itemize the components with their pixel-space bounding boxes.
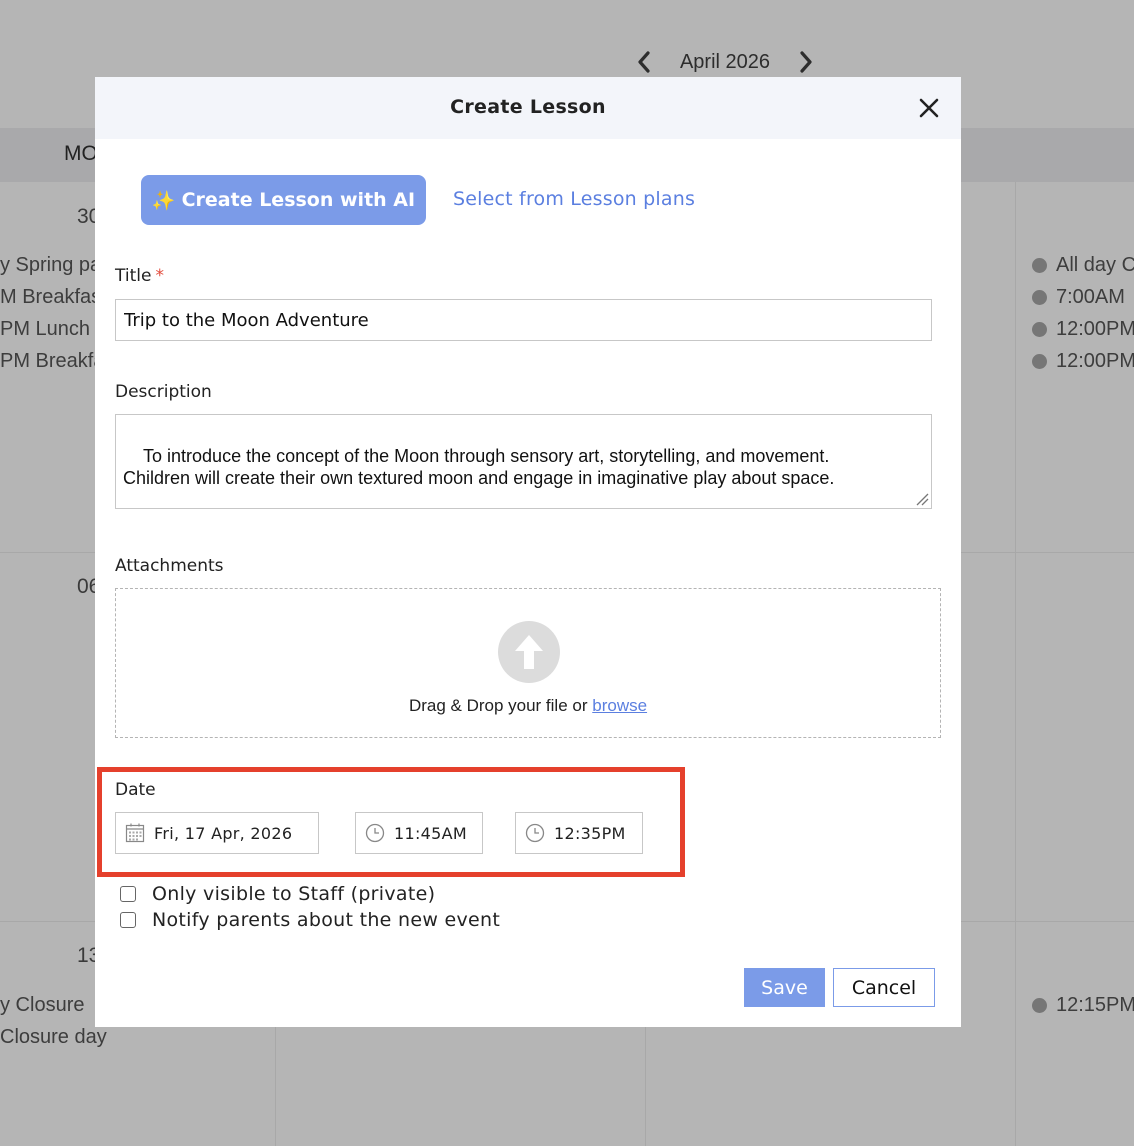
- event-dot-icon: [1032, 258, 1047, 273]
- calendar-event[interactable]: M Breakfas: [0, 286, 101, 309]
- calendar-event[interactable]: y Spring pa: [0, 254, 101, 277]
- cancel-button[interactable]: Cancel: [833, 968, 935, 1007]
- month-label: April 2026: [679, 50, 771, 73]
- notify-parents-checkbox[interactable]: [120, 912, 136, 928]
- dialog-title: Create Lesson: [450, 96, 606, 118]
- attachments-label: Attachments: [115, 556, 224, 576]
- private-option: Only visible to Staff (private): [120, 883, 435, 905]
- create-lesson-dialog: Create Lesson ✨ Create Lesson with AI Se…: [95, 77, 961, 1027]
- day-divider: [1015, 182, 1016, 1146]
- event-label: 12:00PM: [1056, 350, 1134, 372]
- event-dot-icon: [1032, 354, 1047, 369]
- calendar-event[interactable]: 7:00AM: [1032, 286, 1125, 309]
- event-dot-icon: [1032, 322, 1047, 337]
- end-time-value: 12:35PM: [554, 823, 626, 843]
- date-value: Fri, 17 Apr, 2026: [154, 823, 293, 843]
- notify-checkbox-label[interactable]: Notify parents about the new event: [152, 909, 500, 931]
- event-label: 12:00PM: [1056, 318, 1134, 340]
- description-text: To introduce the concept of the Moon thr…: [123, 446, 835, 488]
- create-lesson-ai-button[interactable]: ✨ Create Lesson with AI: [141, 175, 426, 225]
- calendar-icon: [116, 823, 154, 843]
- upload-arrow-icon: [498, 621, 560, 683]
- start-time-value: 11:45AM: [394, 823, 467, 843]
- next-month-button[interactable]: [792, 48, 820, 76]
- calendar-event[interactable]: PM Breakfa: [0, 350, 104, 373]
- end-time-picker[interactable]: 12:35PM: [515, 812, 643, 854]
- prev-month-button[interactable]: [630, 48, 658, 76]
- calendar-event[interactable]: 12:00PM: [1032, 318, 1134, 341]
- event-dot-icon: [1032, 998, 1047, 1013]
- event-label: 7:00AM: [1056, 286, 1125, 308]
- close-icon: [919, 98, 939, 118]
- date-label: Date: [115, 780, 156, 800]
- dialog-header: Create Lesson: [95, 77, 961, 139]
- private-checkbox[interactable]: [120, 886, 136, 902]
- file-dropzone[interactable]: Drag & Drop your file or browse: [115, 588, 941, 738]
- private-checkbox-label[interactable]: Only visible to Staff (private): [152, 883, 435, 905]
- event-label: All day C: [1056, 254, 1134, 276]
- event-dot-icon: [1032, 290, 1047, 305]
- select-lesson-plans-link[interactable]: Select from Lesson plans: [453, 188, 695, 210]
- description-label: Description: [115, 382, 212, 402]
- calendar-event[interactable]: PM Lunch: [0, 318, 90, 341]
- description-textarea[interactable]: To introduce the concept of the Moon thr…: [115, 414, 932, 509]
- calendar-event[interactable]: y Closure: [0, 994, 84, 1017]
- drop-instructions: Drag & Drop your file or browse: [116, 696, 940, 716]
- clock-icon: [356, 823, 394, 843]
- title-label-text: Title: [115, 266, 152, 286]
- title-label: Title *: [115, 266, 164, 286]
- chevron-right-icon: [800, 51, 812, 73]
- title-input[interactable]: [115, 299, 932, 341]
- save-button[interactable]: Save: [744, 968, 825, 1007]
- drop-text: Drag & Drop your file or: [408, 696, 588, 715]
- resize-handle-icon[interactable]: [915, 492, 929, 506]
- close-button[interactable]: [917, 96, 941, 120]
- required-marker: *: [155, 266, 164, 286]
- event-label: 12:15PM: [1056, 994, 1134, 1016]
- calendar-event[interactable]: 12:15PM: [1032, 994, 1134, 1017]
- calendar-event[interactable]: Closure day: [0, 1026, 107, 1049]
- browse-link[interactable]: browse: [592, 696, 647, 715]
- ai-button-label: Create Lesson with AI: [181, 189, 416, 211]
- chevron-left-icon: [638, 51, 650, 73]
- calendar-event[interactable]: 12:00PM: [1032, 350, 1134, 373]
- date-picker[interactable]: Fri, 17 Apr, 2026: [115, 812, 319, 854]
- month-navigation: April 2026: [630, 44, 820, 80]
- weekday-label: MO: [64, 142, 98, 165]
- calendar-event[interactable]: All day C: [1032, 254, 1134, 277]
- start-time-picker[interactable]: 11:45AM: [355, 812, 483, 854]
- sparkles-icon: ✨: [151, 189, 176, 212]
- clock-icon: [516, 823, 554, 843]
- notify-option: Notify parents about the new event: [120, 909, 500, 931]
